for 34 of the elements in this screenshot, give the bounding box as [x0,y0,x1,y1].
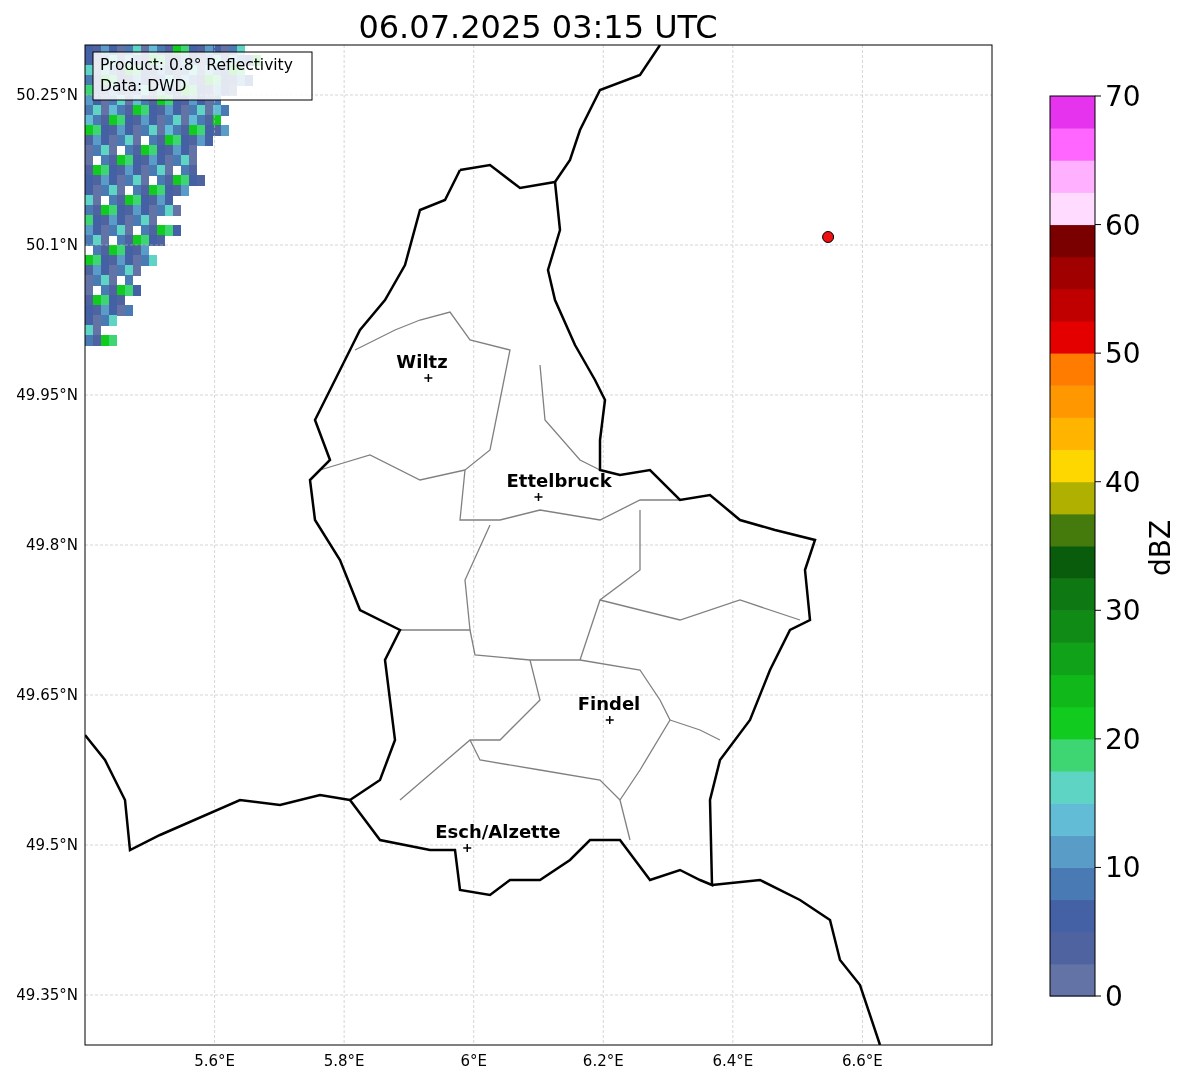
city-label: Esch/Alzette [435,821,561,842]
colorbar-tick-label: 30 [1105,594,1141,628]
city-label: Wiltz [396,351,448,372]
axis-tick-label: 6.6°E [842,1052,883,1070]
city-marker-icon [423,373,434,383]
colorbar-tick-label: 60 [1105,208,1141,242]
axis-tick-label: 49.95°N [16,386,78,404]
colorbar-tick-label: 20 [1105,722,1141,756]
info-text: Data: DWD [100,77,187,95]
city-label: Findel [577,693,641,714]
info-text: Product: 0.8° Reflectivity [100,56,293,74]
city-marker-icon [605,715,615,725]
city-label: Ettelbruck [506,470,612,491]
city-marker-icon [533,492,544,502]
axis-tick-label: 6.2°E [582,1052,624,1070]
axis-tick-label: 49.65°N [16,686,78,704]
axis-tick-label: 49.5°N [25,836,78,854]
axis-tick-label: 49.8°N [25,536,78,554]
axis-tick-label: 50.25°N [16,86,78,104]
axis-tick-label: 49.35°N [16,986,78,1004]
map-title: 06.07.2025 03:15 UTC [358,8,718,46]
axis-tick-label: 6°E [460,1052,487,1070]
axis-tick-label: 5.6°E [194,1052,235,1070]
colorbar-tick-label: 0 [1105,980,1123,1013]
axis-tick-label: 5.8°E [323,1052,365,1070]
colorbar-tick-label: 70 [1105,80,1141,113]
colorbar-tick-label: 40 [1105,465,1141,499]
colorbar-tick-label: 10 [1105,851,1141,885]
axis-tick-label: 50.1°N [25,236,78,254]
city-marker-icon [462,843,472,853]
colorbar-label: dBZ [1144,519,1177,577]
radar-site-dot [822,231,835,243]
axis-tick-label: 6.4°E [712,1052,754,1070]
colorbar-tick-label: 50 [1105,337,1141,371]
